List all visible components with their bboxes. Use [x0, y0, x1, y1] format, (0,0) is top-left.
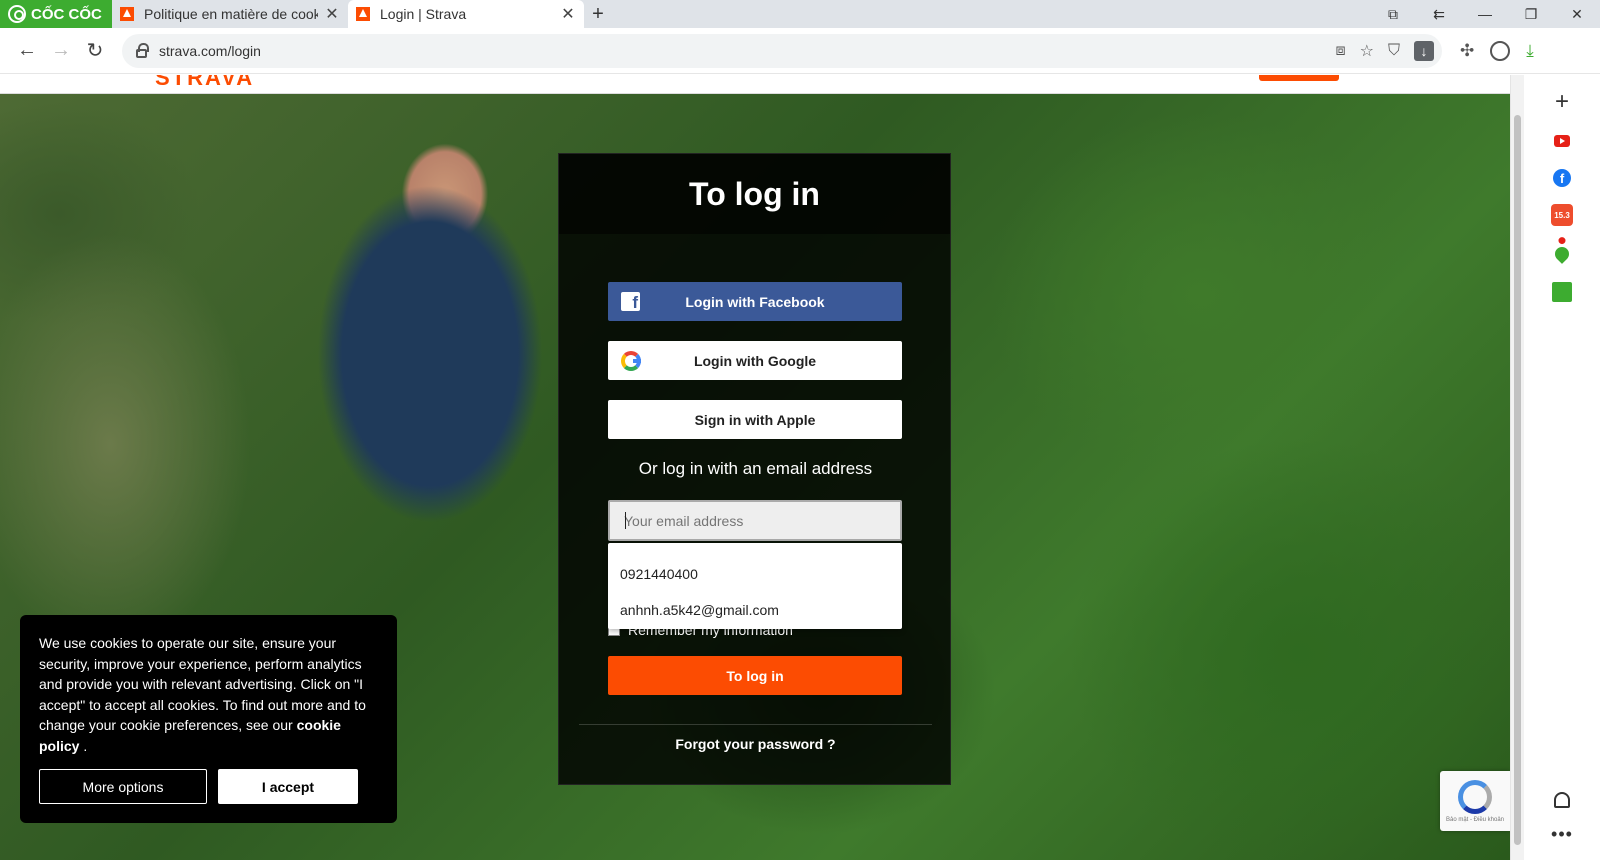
address-bar[interactable]: strava.com/login ⧈ ☆ ⛉ ↓	[122, 33, 1442, 68]
tab-strava-login[interactable]: Login | Strava ✕	[348, 0, 584, 28]
back-button[interactable]: ←	[10, 34, 44, 68]
login-panel: To log in f Login with Facebook Login wi…	[558, 153, 951, 785]
divider	[579, 724, 932, 725]
recaptcha-badge[interactable]: Bảo mật - Điều khoản	[1440, 771, 1510, 831]
more-icon[interactable]: •••	[1551, 825, 1573, 843]
translate-icon[interactable]: ⧈	[1335, 42, 1345, 60]
map-pin-icon[interactable]	[1551, 235, 1573, 265]
tab-title: Politique en matière de cookies	[144, 6, 318, 22]
autocomplete-dropdown: 0921440400 anhnh.a5k42@gmail.com	[608, 543, 902, 629]
browser-brand: CỐC CỐC	[31, 5, 102, 23]
text-caret	[625, 512, 626, 529]
youtube-icon[interactable]	[1551, 130, 1573, 152]
apple-login-label: Sign in with Apple	[694, 411, 816, 428]
profile-avatar-icon[interactable]	[1490, 40, 1511, 61]
coccoc-menu-button[interactable]: CỐC CỐC	[0, 0, 112, 28]
shopee-icon[interactable]: 15.3	[1551, 204, 1573, 226]
tab-search-icon[interactable]: ⧉	[1370, 6, 1416, 23]
login-submit-button[interactable]: To log in	[608, 656, 902, 695]
google-login-label: Login with Google	[693, 352, 817, 369]
new-tab-button[interactable]: +	[584, 0, 612, 28]
window-controls: ⧉ ⇇ — ❐ ✕	[1370, 0, 1600, 28]
facebook-login-label: Login with Facebook	[685, 293, 825, 310]
coccoc-logo-icon	[8, 5, 26, 23]
facebook-icon[interactable]: f	[1553, 169, 1571, 187]
extensions-icon[interactable]: ✣	[1460, 41, 1474, 61]
strava-header: STRAVA	[0, 75, 1510, 94]
autocomplete-option[interactable]: anhnh.a5k42@gmail.com	[608, 592, 902, 628]
tab-strip: CỐC CỐC Politique en matière de cookies …	[0, 0, 1600, 28]
recaptcha-text: Bảo mật - Điều khoản	[1445, 816, 1505, 823]
strava-favicon-icon	[356, 7, 370, 21]
tab-title: Login | Strava	[380, 6, 467, 22]
cookie-banner: We use cookies to operate our site, ensu…	[20, 615, 397, 823]
sidebar-bottom: •••	[1524, 792, 1600, 843]
scrollbar-thumb[interactable]	[1514, 115, 1521, 845]
or-email-text: Or log in with an email address	[638, 459, 873, 478]
back-history-icon[interactable]: ⇇	[1416, 6, 1462, 23]
shop-badge: 15.3	[1554, 210, 1570, 220]
facebook-login-button[interactable]: f Login with Facebook	[608, 282, 902, 321]
close-icon[interactable]: ✕	[560, 4, 576, 24]
download-video-icon[interactable]: ↓	[1414, 40, 1434, 61]
toolbar-actions: ✣ ⤓	[1460, 40, 1534, 61]
close-icon[interactable]: ✕	[324, 4, 340, 24]
lock-icon[interactable]	[136, 42, 149, 58]
accept-cookies-button[interactable]: I accept	[218, 769, 358, 804]
apple-login-button[interactable]: Sign in with Apple	[608, 400, 902, 439]
autocomplete-option[interactable]: 0921440400	[608, 556, 902, 592]
forward-button[interactable]: →	[44, 34, 78, 68]
close-window-icon[interactable]: ✕	[1554, 6, 1600, 23]
browser-sidebar: + f 15.3 •••	[1524, 75, 1600, 860]
address-url: strava.com/login	[159, 42, 261, 59]
cookie-message-end: .	[79, 737, 88, 754]
restore-icon[interactable]: ❐	[1508, 6, 1554, 23]
google-login-button[interactable]: Login with Google	[608, 341, 902, 380]
minimize-icon[interactable]: —	[1462, 6, 1508, 22]
download-icon[interactable]: ⤓	[1526, 41, 1534, 61]
google-icon	[620, 350, 641, 371]
browser-toolbar: ← → ↻ strava.com/login ⧈ ☆ ⛉ ↓ ✣ ⤓	[0, 28, 1600, 74]
page-scrollbar[interactable]	[1510, 75, 1524, 860]
star-icon[interactable]: ☆	[1360, 41, 1374, 61]
cookie-text: We use cookies to operate our site, ensu…	[39, 633, 369, 757]
recaptcha-icon	[1458, 779, 1492, 814]
email-field[interactable]	[608, 500, 902, 541]
strava-logo[interactable]: STRAVA	[155, 75, 254, 91]
signup-button[interactable]	[1259, 75, 1339, 81]
plus-icon[interactable]: +	[1551, 88, 1573, 115]
tab-cookie-policy[interactable]: Politique en matière de cookies ✕	[112, 0, 348, 28]
facebook-icon: f	[621, 292, 640, 311]
page-content: STRAVA To log in f Login with Facebook L…	[0, 75, 1524, 860]
shield-icon[interactable]: ⛉	[1388, 42, 1400, 60]
forgot-password-link[interactable]: Forgot your password ?	[559, 736, 952, 752]
strava-favicon-icon	[120, 7, 134, 21]
more-options-button[interactable]: More options	[39, 769, 207, 804]
sheet-icon[interactable]	[1552, 282, 1572, 302]
login-title: To log in	[559, 154, 950, 234]
bell-icon[interactable]	[1554, 792, 1570, 808]
address-bar-actions: ⧈ ☆ ⛉ ↓	[1335, 34, 1434, 68]
reload-button[interactable]: ↻	[78, 34, 112, 68]
